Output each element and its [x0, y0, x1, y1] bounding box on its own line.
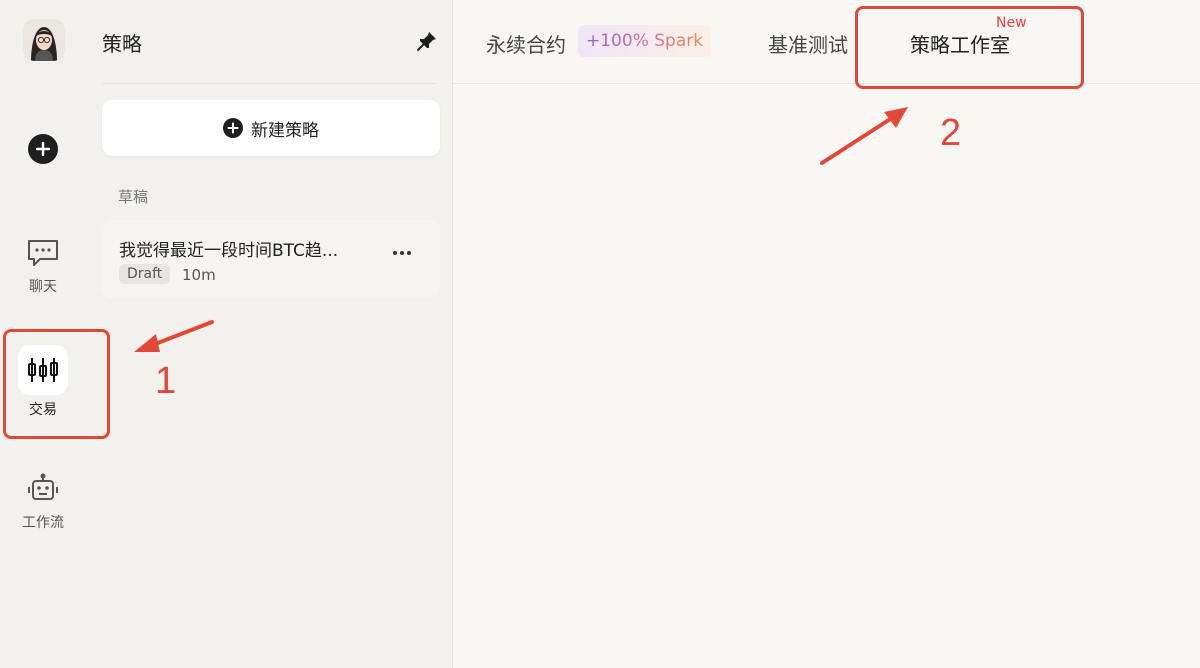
divider — [102, 83, 436, 84]
draft-age: 10m — [182, 266, 216, 284]
more-options-icon[interactable] — [390, 242, 414, 255]
annotation-box-2 — [855, 6, 1084, 89]
drafts-section-label: 草稿 — [118, 188, 149, 206]
annotation-number-2: 2 — [940, 112, 962, 154]
tab-benchmark[interactable]: 基准测试 — [768, 29, 848, 58]
new-strategy-label: 新建策略 — [251, 120, 319, 141]
chat-icon — [24, 234, 62, 272]
rail-item-workflow[interactable]: 工作流 — [14, 470, 72, 532]
draft-status-badge: Draft — [119, 264, 171, 284]
tab-bar: 永续合约 +100% Spark 基准测试 策略工作室 New — [453, 0, 1200, 84]
robot-icon — [24, 470, 62, 508]
rail-item-chat[interactable]: 聊天 — [14, 234, 72, 296]
draft-title: 我觉得最近一段时间BTC趋... — [119, 241, 339, 261]
sidebar-title: 策略 — [102, 32, 142, 56]
plus-icon — [35, 141, 51, 157]
new-strategy-button[interactable]: 新建策略 — [102, 100, 440, 156]
plus-circle-icon — [223, 118, 243, 138]
tab-perpetual[interactable]: 永续合约 — [486, 29, 566, 58]
avatar[interactable] — [23, 19, 65, 61]
new-chat-button[interactable] — [28, 134, 58, 164]
spark-badge: +100% Spark — [578, 25, 712, 57]
annotation-number-1: 1 — [155, 360, 177, 402]
pin-icon[interactable] — [416, 30, 438, 52]
annotation-box-1 — [3, 329, 110, 439]
rail-item-label: 工作流 — [22, 515, 64, 531]
rail-item-label: 聊天 — [29, 279, 57, 295]
main-panel: 永续合约 +100% Spark 基准测试 策略工作室 New — [453, 0, 1200, 668]
draft-item[interactable]: 我觉得最近一段时间BTC趋... Draft 10m — [102, 220, 440, 298]
strategy-sidebar: 策略 新建策略 草稿 我觉得最近一段时间BTC趋... Draft 10m — [86, 0, 453, 668]
